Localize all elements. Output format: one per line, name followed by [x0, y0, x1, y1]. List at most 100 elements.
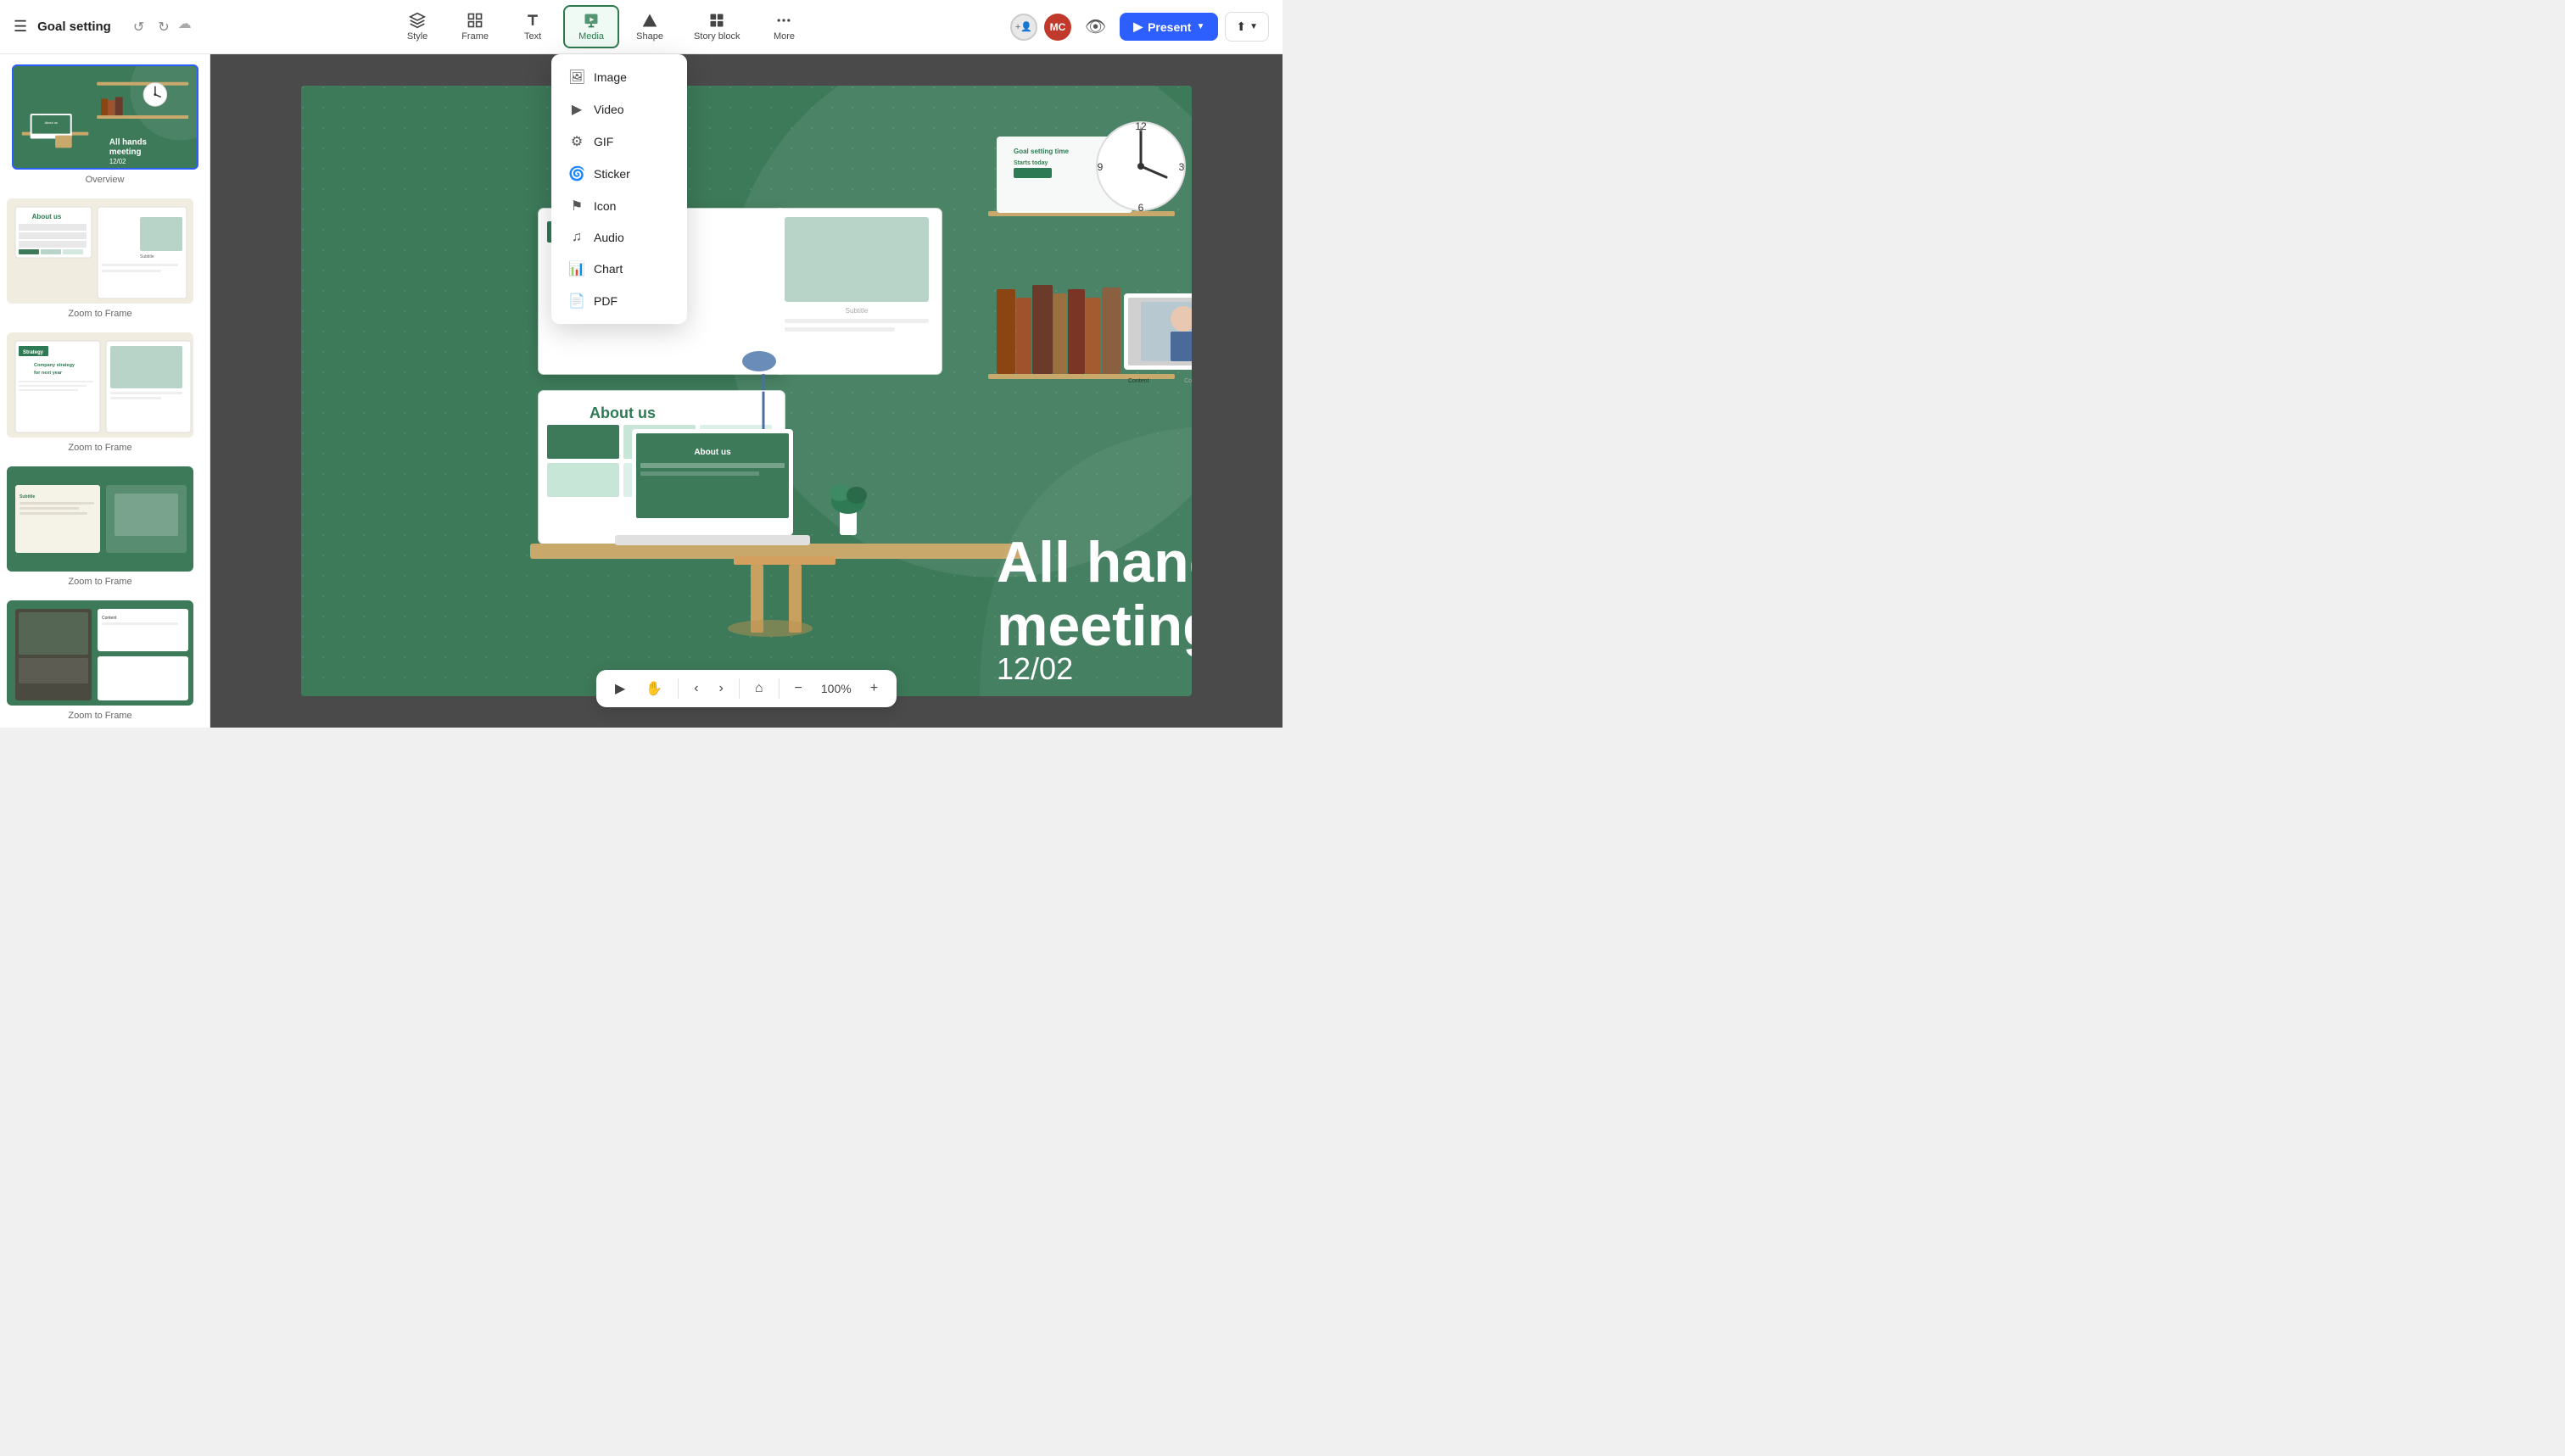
toolbar: ☰ Goal setting ↺ ↻ ☁ Style Frame T — [0, 0, 1282, 54]
chart-icon: 📊 — [568, 260, 585, 277]
svg-text:Strategy: Strategy — [23, 350, 44, 355]
dropdown-sticker[interactable]: 🌀 Sticker — [555, 158, 684, 190]
zoom-level: 100% — [814, 682, 858, 695]
dropdown-image[interactable]: 🖼 Image — [555, 61, 684, 93]
export-icon: ⬆ — [1236, 20, 1246, 34]
prev-slide-button[interactable]: ‹ — [685, 676, 707, 701]
dropdown-audio[interactable]: ♫ Audio — [555, 222, 684, 253]
preview-button[interactable]: 👁 — [1078, 13, 1113, 41]
style-label: Style — [407, 31, 428, 42]
frame-tool[interactable]: Frame — [448, 7, 502, 47]
svg-text:About us: About us — [694, 448, 731, 457]
svg-text:meeting: meeting — [109, 148, 141, 157]
redo-button[interactable]: ↻ — [153, 15, 174, 39]
svg-text:Starts today: Starts today — [1014, 160, 1048, 166]
play-nav-button[interactable]: ▶ — [606, 675, 634, 702]
svg-text:All hands: All hands — [109, 137, 147, 147]
pdf-icon: 📄 — [568, 293, 585, 310]
nav-separator-1 — [678, 678, 679, 699]
add-collaborator-icon[interactable]: +👤 — [1010, 14, 1037, 41]
svg-text:Subtitle: Subtitle — [20, 494, 36, 499]
svg-text:Goal setting time: Goal setting time — [1014, 148, 1069, 155]
hand-nav-button[interactable]: ✋ — [637, 675, 671, 702]
media-tool[interactable]: Media — [563, 5, 619, 48]
avatar: MC — [1044, 14, 1071, 41]
video-icon: ▶ — [568, 101, 585, 118]
text-label: Text — [524, 31, 541, 42]
style-icon — [409, 12, 426, 29]
frame-icon — [467, 12, 483, 29]
svg-text:meeting: meeting — [997, 594, 1192, 658]
storyblock-icon — [708, 12, 725, 29]
media-dropdown: 🖼 Image ▶ Video ⚙ GIF 🌀 Sticker ⚑ Icon ♫… — [551, 54, 687, 324]
shape-icon — [641, 12, 658, 29]
text-icon — [524, 12, 541, 29]
slide-item-3[interactable]: Subtitle Zoom to Frame — [7, 466, 193, 587]
slide-label-4: Zoom to Frame — [68, 711, 131, 721]
svg-text:12/02: 12/02 — [997, 651, 1073, 686]
export-button[interactable]: ⬆ ▼ — [1225, 12, 1269, 42]
media-label: Media — [578, 31, 604, 42]
svg-text:Content: Content — [102, 616, 117, 621]
thumb-svg-0: About us All hands meeting 12/02 — [14, 64, 197, 170]
main-canvas-svg: Strategy Company strategy for next year … — [301, 86, 1192, 696]
slide-label-3: Zoom to Frame — [68, 577, 131, 587]
next-slide-button[interactable]: › — [711, 676, 732, 701]
frame-label: Frame — [461, 31, 489, 42]
toolbar-right: +👤 MC 👁 ▶ Present ▼ ⬆ ▼ — [1010, 12, 1269, 42]
dropdown-video[interactable]: ▶ Video — [555, 93, 684, 126]
gif-label: GIF — [594, 135, 613, 148]
svg-text:About us: About us — [32, 213, 62, 220]
dropdown-pdf[interactable]: 📄 PDF — [555, 285, 684, 317]
thumb-svg-4: Content — [8, 602, 193, 706]
thumb-svg-1: About us Subtitle — [8, 200, 193, 304]
chart-label: Chart — [594, 262, 623, 276]
slide-item-2[interactable]: Strategy Company strategy for next year … — [7, 332, 193, 453]
home-button[interactable]: ⌂ — [746, 676, 772, 701]
play-icon: ▶ — [1133, 20, 1143, 34]
storyblock-tool[interactable]: Story block — [680, 7, 753, 47]
present-label: Present — [1148, 20, 1191, 34]
present-button[interactable]: ▶ Present ▼ — [1120, 13, 1218, 41]
svg-text:6: 6 — [1138, 202, 1144, 214]
undo-button[interactable]: ↺ — [128, 15, 149, 39]
menu-icon[interactable]: ☰ — [14, 18, 27, 36]
thumb-svg-3: Subtitle — [8, 468, 193, 572]
zoom-out-button[interactable]: − — [786, 676, 811, 701]
slide-item-overview[interactable]: About us All hands meeting 12/02 Overvie… — [7, 64, 203, 185]
svg-text:Content: Content — [1128, 378, 1149, 384]
style-tool[interactable]: Style — [390, 7, 444, 47]
svg-text:All hands: All hands — [997, 530, 1192, 594]
gif-icon: ⚙ — [568, 133, 585, 150]
sticker-icon: 🌀 — [568, 165, 585, 182]
shape-tool[interactable]: Shape — [623, 7, 677, 47]
slide-thumb-4: Content — [7, 600, 193, 706]
more-tool[interactable]: More — [757, 7, 811, 47]
svg-text:12/02: 12/02 — [109, 158, 126, 165]
sticker-label: Sticker — [594, 167, 630, 181]
svg-text:for next year: for next year — [34, 371, 63, 376]
toolbar-center: Style Frame Text Media — [198, 5, 1003, 48]
dropdown-chart[interactable]: 📊 Chart — [555, 253, 684, 285]
slide-thumb-2: Strategy Company strategy for next year — [7, 332, 193, 438]
slide-wrapper-2: 2 Strategy Company strategy for next yea… — [7, 332, 203, 453]
slide-wrapper-1: 1 About us — [7, 198, 203, 319]
dropdown-gif[interactable]: ⚙ GIF — [555, 126, 684, 158]
audio-icon: ♫ — [568, 230, 585, 245]
present-dropdown-icon: ▼ — [1196, 22, 1204, 31]
zoom-in-button[interactable]: + — [862, 676, 886, 701]
slide-item-1[interactable]: About us Subtitle — [7, 198, 193, 319]
more-icon — [775, 12, 792, 29]
slide-thumb-3: Subtitle — [7, 466, 193, 572]
svg-text:Contribution: Contribution — [1184, 378, 1192, 384]
sidebar: About us All hands meeting 12/02 Overvie… — [0, 54, 210, 728]
dropdown-icon[interactable]: ⚑ Icon — [555, 190, 684, 222]
toolbar-left: ☰ Goal setting ↺ ↻ ☁ — [14, 15, 192, 39]
audio-label: Audio — [594, 231, 624, 244]
slide-label-overview: Overview — [86, 175, 125, 185]
slide-item-4[interactable]: Content Zoom to Frame — [7, 600, 193, 721]
svg-text:Subtitle: Subtitle — [846, 307, 869, 315]
svg-text:About us: About us — [590, 404, 656, 421]
text-tool[interactable]: Text — [506, 7, 560, 47]
slide-label-1: Zoom to Frame — [68, 309, 131, 319]
